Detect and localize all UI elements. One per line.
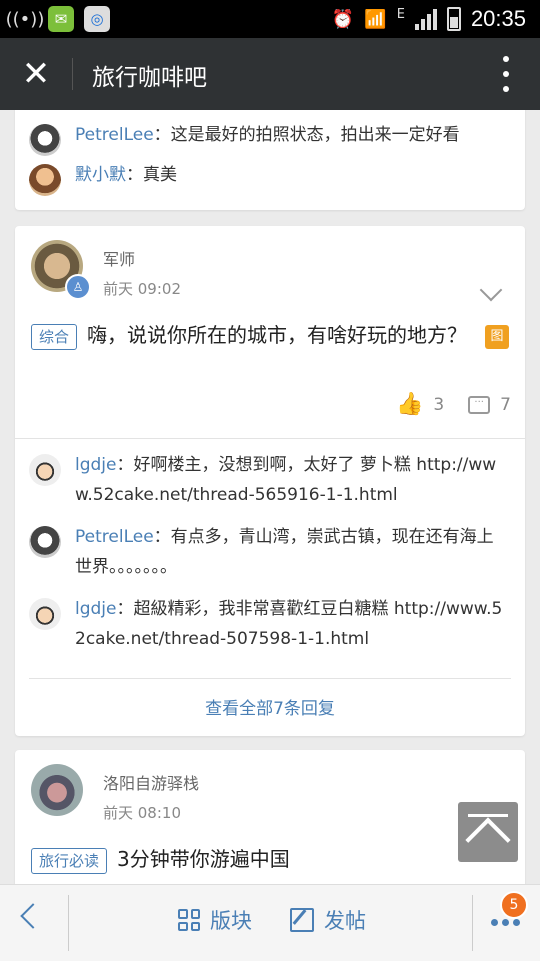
reply-username[interactable]: lgdje [75,599,117,619]
clock: 20:35 [470,6,526,31]
reply-text: ：真美 [126,165,177,185]
post-title: 嗨，说说你所在的城市，有啥好玩的地方？ [87,323,468,347]
avatar[interactable] [29,526,61,558]
new-post-label: 发帖 [324,909,366,933]
comment-icon[interactable]: ··· [468,395,491,414]
edit-icon [290,908,314,932]
post-body[interactable]: 旅行必读 3分钟带你游遍中国 [31,842,511,876]
author-name[interactable]: 洛阳自游驿栈 [103,770,199,794]
author-name[interactable]: 军师 [103,246,135,270]
like-count: 3 [433,394,445,415]
reply-username[interactable]: lgdje [75,455,117,475]
reply-item[interactable]: lgdje：超級精彩，我非常喜歡红豆白糖糕 http://www.52cake.… [29,598,509,654]
reply-text: ：好啊楼主，没想到啊，太好了 萝卜糕 http://www.52cake.net… [75,455,497,505]
scroll-to-top-button[interactable] [458,802,518,862]
status-bar: ((•)) ✉ ◎ ⏰ 📶 E 20:35 [0,0,540,38]
avatar[interactable] [29,124,61,156]
image-badge-icon: 图 [485,324,510,349]
sections-label: 版块 [210,909,252,933]
title-bar: ✕ 旅行咖啡吧 [0,38,540,110]
post-card: PetrelLee：这是最好的拍照状态，拍出来一定好看 默小默：真美 [15,110,525,210]
close-icon[interactable]: ✕ [18,56,54,92]
avatar[interactable] [29,454,61,486]
post-time: 前天 08:10 [103,804,181,822]
chevron-down-icon[interactable] [479,278,503,302]
notification-badge[interactable]: 5 [500,891,528,919]
author-avatar[interactable] [31,764,83,816]
view-all-replies-link[interactable]: 查看全部7条回复 [15,694,525,719]
browser-notification-icon: ◎ [84,6,110,32]
reply-text: ：超級精彩，我非常喜歡红豆白糖糕 http://www.52cake.net/t… [75,599,503,649]
battery-icon [446,7,461,31]
wifi-icon: 📶 [364,8,387,30]
alarm-icon: ⏰ [331,8,355,30]
title-divider [72,58,73,90]
app-notification-icon: ✉ [48,6,74,32]
reply-item[interactable]: 默小默：真美 [29,164,509,196]
page-title: 旅行咖啡吧 [92,65,207,91]
reply-text: ：这是最好的拍照状态，拍出来一定好看 [153,125,460,145]
post-card[interactable]: ♙ 军师 前天 09:02 综合 嗨，说说你所在的城市，有啥好玩的地方？ 图 👍 3… [15,226,525,736]
divider [29,678,511,679]
reply-username[interactable]: PetrelLee [75,527,154,547]
reply-username[interactable]: 默小默 [75,165,126,185]
post-title: 3分钟带你游遍中国 [117,847,290,871]
comment-count: 7 [500,394,511,415]
grid-icon [178,909,200,931]
post-time: 前天 09:02 [103,280,181,298]
feed: PetrelLee：这是最好的拍照状态，拍出来一定好看 默小默：真美 ♙ 军师 … [0,110,540,884]
reply-username[interactable]: PetrelLee [75,125,154,145]
signal-icon [414,8,437,30]
more-icon[interactable] [491,919,520,926]
new-post-button[interactable]: 发帖 [290,905,366,935]
wifi-hotspot-icon: ((•)) [5,8,45,30]
sections-button[interactable]: 版块 [178,905,252,935]
category-tag[interactable]: 旅行必读 [31,847,108,874]
post-card[interactable]: 洛阳自游驿栈 前天 08:10 旅行必读 3分钟带你游遍中国 [15,750,525,884]
category-tag[interactable]: 综合 [31,323,78,350]
back-icon[interactable] [20,903,46,929]
post-stats: 👍 3 ··· 7 [396,392,511,417]
like-icon[interactable]: 👍 [396,392,423,417]
avatar[interactable] [29,598,61,630]
more-options-icon[interactable] [502,56,510,92]
post-body[interactable]: 综合 嗨，说说你所在的城市，有啥好玩的地方？ 图 [31,318,511,352]
network-type-label: E [396,6,405,22]
avatar[interactable] [29,164,61,196]
reply-item[interactable]: lgdje：好啊楼主，没想到啊，太好了 萝卜糕 http://www.52cak… [29,454,509,510]
bottom-bar: 版块 发帖 5 [0,884,540,961]
divider [68,895,69,951]
divider [472,895,473,951]
reply-item[interactable]: PetrelLee：有点多，青山湾，崇武古镇，现在还有海上世界。。。。。。。 [29,526,509,582]
divider [15,438,525,439]
reply-item[interactable]: PetrelLee：这是最好的拍照状态，拍出来一定好看 [29,124,509,156]
user-badge-icon: ♙ [65,274,91,300]
